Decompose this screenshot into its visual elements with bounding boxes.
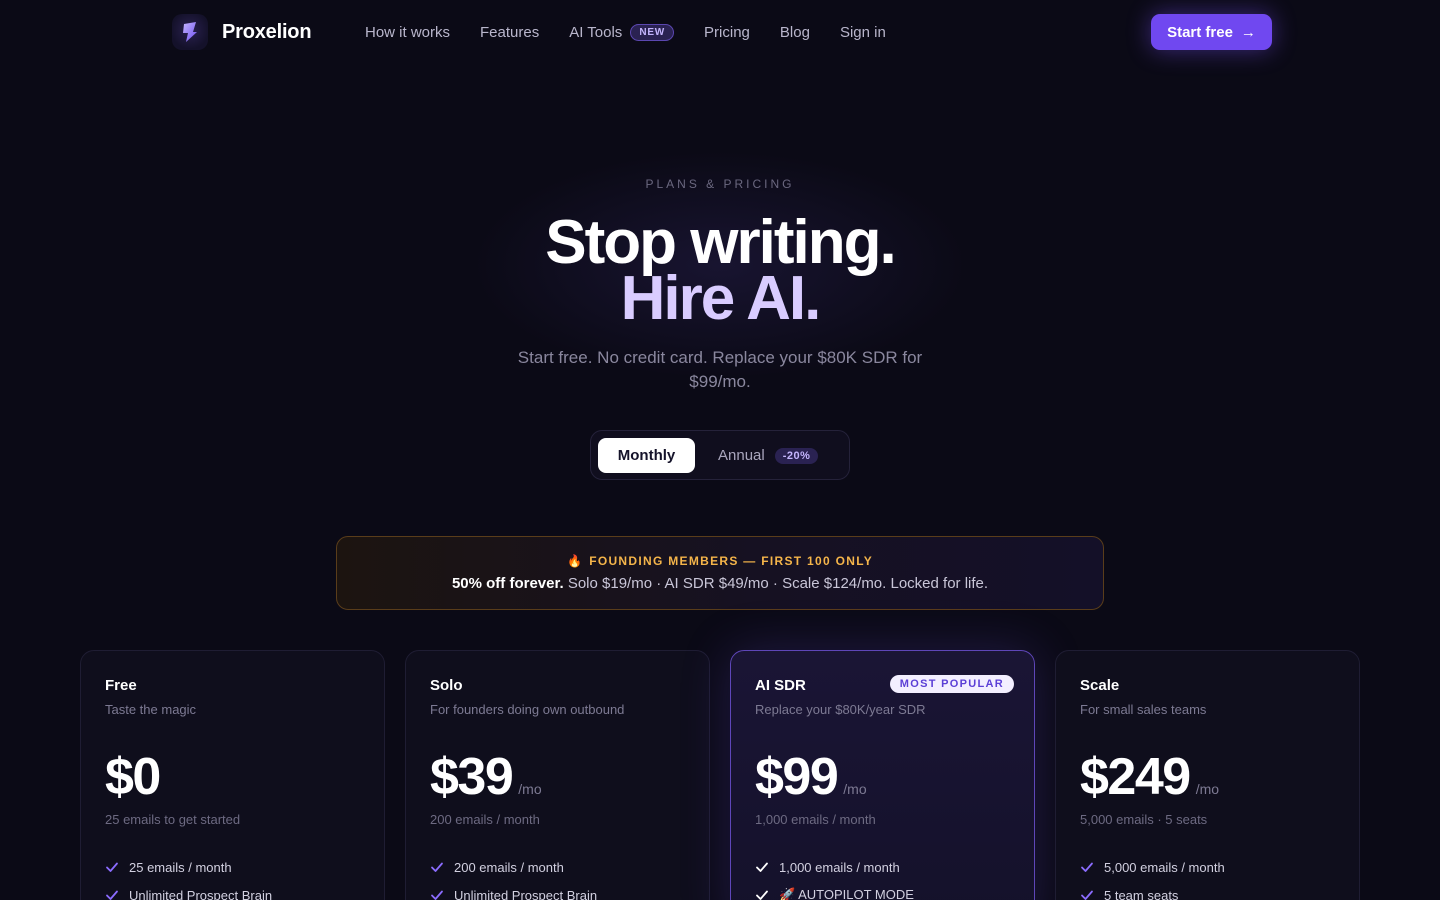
hero-title-line2: Hire AI. bbox=[620, 264, 822, 333]
hero-subtitle: Start free. No credit card. Replace your… bbox=[517, 348, 923, 391]
nav-link-features[interactable]: Features bbox=[480, 24, 539, 41]
toggle-annual[interactable]: Annual -20% bbox=[718, 438, 819, 473]
plan-card-solo: Solo For founders doing own outbound $39… bbox=[405, 650, 710, 900]
plan-note: 25 emails to get started bbox=[105, 812, 241, 827]
plan-price: $39 bbox=[430, 748, 514, 806]
plan-note: 200 emails / month bbox=[430, 812, 540, 827]
plan-per: /mo bbox=[1195, 781, 1220, 797]
plan-price: $249 bbox=[1080, 748, 1191, 806]
toggle-monthly[interactable]: Monthly bbox=[598, 438, 695, 473]
new-badge: NEW bbox=[630, 23, 675, 41]
plan-card-ai-sdr: AI SDR MOST POPULAR Replace your $80K/ye… bbox=[730, 650, 1035, 900]
feature-text: Unlimited Prospect Brain bbox=[454, 887, 598, 900]
plan-per: /mo bbox=[843, 781, 867, 797]
billing-toggle: Monthly Annual -20% bbox=[590, 430, 850, 480]
check-icon bbox=[756, 862, 768, 872]
feature-text: 1,000 emails / month bbox=[779, 859, 900, 875]
feature-list: 200 emails / month Unlimited Prospect Br… bbox=[430, 853, 597, 900]
plan-desc: Taste the magic bbox=[105, 702, 197, 717]
nav-link-sign-in[interactable]: Sign in bbox=[840, 24, 886, 41]
check-icon bbox=[106, 862, 118, 872]
feature-text: 5 team seats bbox=[1104, 887, 1179, 900]
founding-banner: 🔥 FOUNDING MEMBERS — FIRST 100 ONLY 50% … bbox=[336, 536, 1104, 610]
plan-price: $0 bbox=[105, 748, 161, 806]
discount-badge: -20% bbox=[774, 447, 819, 464]
plan-name: Free bbox=[105, 677, 137, 694]
feature-text: 5,000 emails / month bbox=[1104, 859, 1225, 875]
nav-links: How it works Features AI Tools NEW Prici… bbox=[365, 0, 886, 64]
price-row: $0 bbox=[105, 748, 161, 806]
banner-body: 50% off forever. Solo $19/mo · AI SDR $4… bbox=[337, 575, 1103, 592]
top-nav: Proxelion How it works Features AI Tools… bbox=[0, 0, 1440, 64]
plan-desc: For small sales teams bbox=[1080, 702, 1207, 717]
most-popular-badge: MOST POPULAR bbox=[889, 675, 1014, 693]
brand-name: Proxelion bbox=[222, 20, 312, 43]
feature-item: 200 emails / month bbox=[430, 853, 597, 881]
feature-text: 🚀 AUTOPILOT MODE bbox=[779, 887, 914, 900]
feature-text: 200 emails / month bbox=[454, 859, 564, 875]
plan-name: Scale bbox=[1080, 677, 1120, 694]
brand[interactable]: Proxelion bbox=[172, 14, 312, 50]
feature-list: 1,000 emails / month 🚀 AUTOPILOT MODE bbox=[755, 853, 914, 900]
arrow-right-icon: → bbox=[1240, 23, 1256, 41]
feature-item: 1,000 emails / month bbox=[755, 853, 914, 881]
price-row: $99 /mo bbox=[755, 751, 867, 803]
check-icon bbox=[106, 890, 118, 900]
feature-item: 5 team seats bbox=[1080, 881, 1225, 900]
check-icon bbox=[1081, 862, 1093, 872]
nav-link-ai-tools[interactable]: AI Tools NEW bbox=[569, 23, 675, 41]
nav-link-pricing[interactable]: Pricing bbox=[704, 24, 750, 41]
nav-link-blog[interactable]: Blog bbox=[780, 24, 810, 41]
nav-link-ai-tools-label: AI Tools bbox=[569, 23, 623, 41]
feature-item: 🚀 AUTOPILOT MODE bbox=[755, 881, 914, 900]
feature-item: Unlimited Prospect Brain bbox=[105, 881, 272, 900]
plan-card-free: Free Taste the magic $0 25 emails to get… bbox=[80, 650, 385, 900]
feature-item: 25 emails / month bbox=[105, 853, 272, 881]
feature-item: 5,000 emails / month bbox=[1080, 853, 1225, 881]
feature-text: Unlimited Prospect Brain bbox=[129, 887, 273, 900]
plan-name: AI SDR bbox=[755, 677, 806, 694]
banner-title-row: 🔥 FOUNDING MEMBERS — FIRST 100 ONLY bbox=[337, 554, 1103, 568]
start-free-label: Start free bbox=[1167, 23, 1233, 41]
price-row: $249 /mo bbox=[1080, 751, 1219, 803]
plan-price: $99 bbox=[755, 748, 839, 806]
check-icon bbox=[431, 862, 443, 872]
nav-link-how-it-works[interactable]: How it works bbox=[365, 24, 450, 41]
plan-note: 5,000 emails · 5 seats bbox=[1080, 812, 1208, 827]
plan-note: 1,000 emails / month bbox=[755, 812, 876, 827]
banner-text: Solo $19/mo · AI SDR $49/mo · Scale $124… bbox=[563, 575, 989, 592]
feature-list: 5,000 emails / month 5 team seats bbox=[1080, 853, 1225, 900]
plan-per: /mo bbox=[518, 781, 542, 797]
toggle-annual-label: Annual bbox=[718, 447, 765, 464]
logo-icon bbox=[172, 14, 208, 50]
banner-title: FOUNDING MEMBERS — FIRST 100 ONLY bbox=[589, 554, 874, 568]
plan-card-scale: Scale For small sales teams $249 /mo 5,0… bbox=[1055, 650, 1360, 900]
feature-text: 25 emails / month bbox=[129, 859, 232, 875]
feature-item: Unlimited Prospect Brain bbox=[430, 881, 597, 900]
eyebrow: PLANS & PRICING bbox=[645, 177, 795, 191]
plan-desc: For founders doing own outbound bbox=[430, 702, 625, 717]
check-icon bbox=[1081, 890, 1093, 900]
price-row: $39 /mo bbox=[430, 751, 542, 803]
check-icon bbox=[431, 890, 443, 900]
fire-icon: 🔥 bbox=[566, 554, 584, 568]
check-icon bbox=[756, 890, 768, 900]
feature-list: 25 emails / month Unlimited Prospect Bra… bbox=[105, 853, 272, 900]
plan-desc: Replace your $80K/year SDR bbox=[755, 702, 926, 717]
banner-bold: 50% off forever. bbox=[451, 575, 564, 592]
plan-name: Solo bbox=[430, 677, 463, 694]
start-free-button[interactable]: Start free → bbox=[1151, 14, 1272, 50]
